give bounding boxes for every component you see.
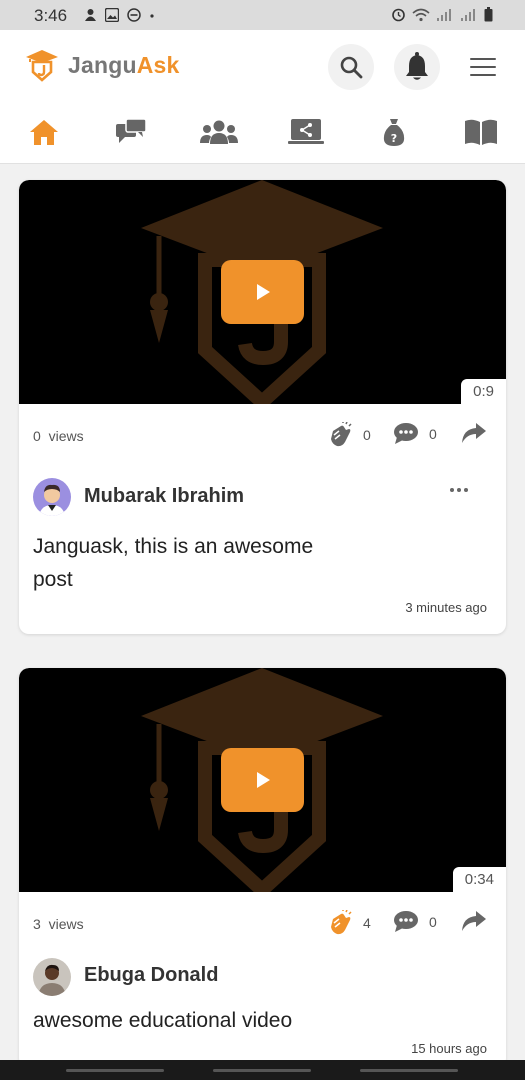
app-header: JanguAsk ? (0, 30, 525, 164)
status-bar: 3:46 (0, 0, 525, 30)
clap-icon (331, 910, 352, 935)
logo-text-jangu: Jangu (68, 51, 137, 78)
logo-text: JanguAsk (68, 52, 180, 79)
bell-icon (406, 52, 428, 80)
more-options-button[interactable] (450, 488, 468, 492)
nav-chat[interactable] (111, 112, 151, 152)
post-stats: 3 views 4 0 (19, 892, 506, 958)
image-icon (105, 8, 119, 22)
alarm-icon (392, 8, 405, 22)
share-screen-icon (288, 119, 325, 144)
notification-icon (85, 9, 96, 21)
avatar-cartoon-image (33, 478, 71, 516)
views-label: views (48, 428, 84, 444)
post-author[interactable]: Ebuga Donald (19, 958, 506, 1004)
nav-indicator (360, 1069, 458, 1072)
nav-library[interactable] (461, 112, 501, 152)
clap-icon (331, 422, 352, 447)
comment-button[interactable]: 0 (393, 910, 437, 934)
share-arrow-icon (462, 911, 486, 931)
main-nav: ? (0, 104, 525, 160)
logo-mortarboard-icon (26, 50, 58, 82)
views-label: views (48, 916, 84, 932)
logo-text-ask: Ask (136, 51, 180, 78)
signal-icon-2 (461, 8, 475, 21)
battery-icon (484, 7, 493, 22)
nav-questions[interactable]: ? (374, 112, 414, 152)
nav-share-screen[interactable] (286, 112, 326, 152)
post-card: 0:34 3 views 4 0 Ebuga Donald awesome ed… (19, 668, 506, 1068)
clap-button[interactable]: 4 (327, 910, 371, 936)
dot (450, 488, 454, 492)
post-time: 15 hours ago (411, 1041, 487, 1056)
post-text: Janguask, this is an awesome post (33, 535, 314, 591)
video-player[interactable]: 0:34 (19, 668, 506, 892)
avatar[interactable] (33, 958, 71, 996)
home-icon (30, 120, 58, 145)
wifi-icon (412, 8, 430, 21)
views-count: 0 views (33, 428, 84, 444)
clap-button[interactable]: 0 (327, 422, 371, 448)
dot (457, 488, 461, 492)
comment-button[interactable]: 0 (393, 422, 437, 446)
menu-icon-line (470, 74, 496, 76)
status-right-icons (391, 7, 493, 22)
post-stats: 0 views 0 0 (19, 404, 506, 470)
video-duration: 0:9 (461, 379, 506, 404)
play-button[interactable] (221, 260, 304, 324)
chat-icon (116, 118, 148, 143)
nav-groups[interactable] (199, 112, 239, 152)
dnd-icon (127, 8, 141, 22)
signal-icon-1 (437, 8, 451, 21)
post-author[interactable]: Mubarak Ibrahim (19, 470, 506, 530)
views-number: 0 (33, 428, 41, 444)
views-number: 3 (33, 916, 41, 932)
share-arrow-icon (462, 423, 486, 443)
system-nav-bar (0, 1060, 525, 1080)
nav-home[interactable] (24, 112, 64, 152)
menu-icon-line (470, 66, 496, 68)
status-left-icons (84, 8, 155, 22)
avatar-photo-image (33, 958, 71, 996)
dot (464, 488, 468, 492)
video-player[interactable]: 0:9 (19, 180, 506, 404)
play-icon (256, 284, 270, 300)
views-count: 3 views (33, 916, 84, 932)
search-icon (340, 56, 363, 79)
avatar[interactable] (33, 478, 71, 516)
video-duration: 0:34 (452, 867, 506, 892)
groups-icon (199, 120, 238, 144)
nav-indicator (213, 1069, 311, 1072)
clap-count: 0 (363, 427, 371, 443)
notifications-button[interactable] (394, 44, 440, 90)
menu-icon-line (470, 58, 496, 60)
comment-icon (394, 423, 418, 444)
post-card: 0:9 0 views 0 0 Mubarak Ibrahim Janguask… (19, 180, 506, 634)
author-name[interactable]: Mubarak Ibrahim (84, 485, 244, 508)
play-button[interactable] (221, 748, 304, 812)
play-icon (256, 772, 270, 788)
post-text: awesome educational video (33, 1009, 293, 1032)
share-button[interactable] (461, 422, 487, 444)
search-button[interactable] (328, 44, 374, 90)
menu-button[interactable] (466, 54, 500, 80)
comment-count: 0 (429, 426, 437, 442)
post-time: 3 minutes ago (405, 600, 487, 615)
svg-text:?: ? (390, 132, 396, 145)
status-time: 3:46 (34, 6, 68, 25)
author-name[interactable]: Ebuga Donald (84, 964, 218, 987)
nav-indicator (66, 1069, 164, 1072)
question-bag-icon: ? (383, 119, 404, 146)
book-icon (464, 119, 497, 145)
comment-icon (394, 911, 418, 932)
clap-count: 4 (363, 915, 371, 931)
share-button[interactable] (461, 910, 487, 932)
dot-icon (150, 14, 154, 18)
comment-count: 0 (429, 914, 437, 930)
logo[interactable]: JanguAsk (24, 48, 180, 82)
